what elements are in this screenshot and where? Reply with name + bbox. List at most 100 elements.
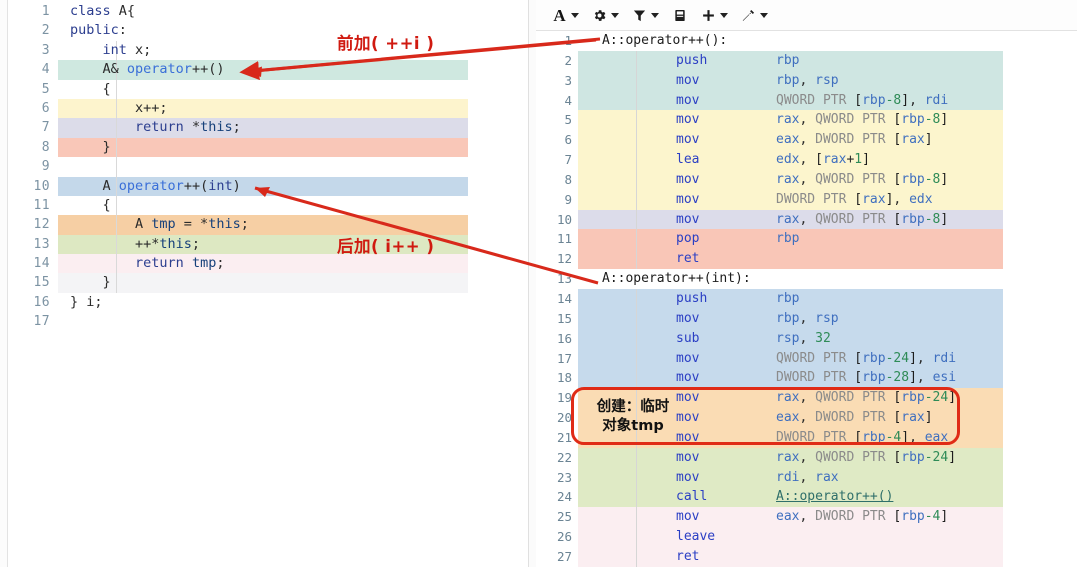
asm-indent-guide [636, 408, 637, 428]
source-line[interactable]: 1 class A{ [8, 2, 526, 21]
filter-button[interactable] [625, 3, 665, 27]
asm-operands[interactable]: A::operator++() [776, 487, 893, 507]
source-code-editor[interactable]: 1 class A{2 public: 3 int x; 4 A& operator++… [0, 0, 528, 567]
asm-mnemonic: push [676, 290, 708, 306]
source-line[interactable]: 12 A tmp = *this; [8, 215, 526, 235]
assembly-line[interactable]: 12 ret [536, 249, 1077, 270]
source-line[interactable]: 3 int x; [8, 40, 526, 61]
asm-indent-guide [636, 308, 637, 329]
splitter-grip-icon[interactable] [532, 264, 534, 266]
assembly-line[interactable]: 16 sub rsp, 32 [536, 328, 1077, 349]
source-line-text: return *this; [135, 119, 241, 136]
assembly-line[interactable]: 4 mov QWORD PTR [rbp-8], rdi [536, 90, 1077, 111]
assembly-line[interactable]: 21 mov DWORD PTR [rbp-4], eax [536, 427, 1077, 448]
source-line[interactable]: 13 ++*this; [8, 234, 526, 255]
indent-guide [116, 273, 117, 293]
source-line[interactable]: 14 return tmp; [8, 254, 526, 274]
assembly-line[interactable]: 23 mov rdi, rax [536, 467, 1077, 488]
asm-operands: rax, QWORD PTR [rbp-8] [776, 211, 949, 227]
source-line-number: 5 [41, 81, 50, 97]
chevron-down-icon[interactable] [571, 12, 579, 18]
assembly-line-number: 5 [564, 112, 572, 128]
assembly-output-pane[interactable]: A 1 A::operator++(): 2 push rbp 3 mov rbp, rsp 4… [536, 0, 1077, 567]
layout-button[interactable] [665, 3, 694, 27]
assembly-line[interactable]: 17 mov QWORD PTR [rbp-24], rdi [536, 348, 1077, 369]
asm-function-label: A::operator++(): [602, 33, 728, 48]
source-line[interactable]: 4 A& operator++() [8, 60, 526, 80]
assembly-line-number: 23 [556, 469, 572, 485]
assembly-line[interactable]: 5 mov rax, QWORD PTR [rbp-8] [536, 110, 1077, 131]
assembly-line[interactable]: 26 leave [536, 527, 1077, 547]
chevron-down-icon[interactable] [611, 12, 619, 18]
asm-mnemonic: mov [676, 92, 700, 108]
source-line[interactable]: 5 { [8, 79, 526, 99]
tools-button[interactable] [734, 3, 774, 27]
assembly-line[interactable]: 7 lea edx, [rax+1] [536, 150, 1077, 170]
assembly-line[interactable]: 11 pop rbp [536, 229, 1077, 250]
source-line[interactable]: 15 } [8, 273, 526, 293]
assembly-line[interactable]: 3 mov rbp, rsp [536, 70, 1077, 91]
source-line-number: 10 [33, 178, 50, 194]
assembly-line[interactable]: 14 push rbp [536, 288, 1077, 309]
assembly-line[interactable]: 20 mov eax, DWORD PTR [rax] [536, 408, 1077, 428]
source-line-number: 11 [33, 197, 50, 213]
assembly-line[interactable]: 1 A::operator++(): [536, 31, 1077, 51]
source-line[interactable]: 6 x++; [8, 98, 526, 119]
assembly-line[interactable]: 2 push rbp [536, 50, 1077, 71]
source-line[interactable]: 2 public: [8, 21, 526, 40]
assembly-line[interactable]: 27 ret [536, 546, 1077, 567]
assembly-line-number: 19 [556, 390, 572, 406]
asm-function-label: A::operator++(int): [602, 271, 751, 287]
assembly-line[interactable]: 22 mov rax, QWORD PTR [rbp-24] [536, 447, 1077, 468]
assembly-line-number: 24 [556, 489, 572, 505]
assembly-line[interactable]: 18 mov DWORD PTR [rbp-28], esi [536, 368, 1077, 389]
source-line[interactable]: 17 [8, 312, 526, 331]
asm-operands: rbp, rsp [776, 72, 839, 88]
assembly-line[interactable]: 19 mov rax, QWORD PTR [rbp-24] [536, 388, 1077, 409]
assembly-line-number: 22 [556, 449, 572, 465]
assembly-line[interactable]: 13 A::operator++(int): [536, 269, 1077, 289]
asm-indent-guide [636, 209, 637, 230]
assembly-line-number: 20 [556, 410, 572, 426]
assembly-line[interactable]: 25 mov eax, DWORD PTR [rbp-4] [536, 507, 1077, 528]
source-line[interactable]: 11 { [8, 195, 526, 216]
asm-mnemonic: ret [676, 548, 700, 564]
assembly-line-number: 2 [564, 52, 572, 68]
assembly-line[interactable]: 15 mov rbp, rsp [536, 308, 1077, 329]
asm-indent-guide [636, 50, 637, 71]
source-line[interactable]: 8 } [8, 137, 526, 158]
asm-indent-guide [636, 368, 637, 389]
add-button[interactable] [694, 3, 734, 27]
assembly-line-number: 26 [556, 529, 572, 545]
source-line[interactable]: 16} i; [8, 293, 526, 312]
assembly-line[interactable]: 8 mov rax, QWORD PTR [rbp-8] [536, 169, 1077, 190]
chevron-down-icon[interactable] [760, 12, 768, 18]
asm-mnemonic: mov [676, 211, 700, 227]
source-line[interactable]: 9 [8, 157, 526, 177]
font-button[interactable]: A [545, 3, 585, 27]
assembly-line[interactable]: 10 mov rax, QWORD PTR [rbp-8] [536, 209, 1077, 230]
assembly-line-number: 16 [556, 330, 572, 346]
asm-indent-guide [636, 70, 637, 91]
asm-indent-guide [636, 388, 637, 409]
assembly-line-number: 21 [556, 429, 572, 445]
source-line[interactable]: 7 return *this; [8, 118, 526, 138]
assembly-line[interactable]: 6 mov eax, DWORD PTR [rax] [536, 130, 1077, 151]
asm-mnemonic: mov [676, 509, 700, 525]
source-line-number: 3 [41, 42, 50, 58]
asm-mnemonic: lea [676, 152, 700, 168]
asm-indent-guide [636, 249, 637, 270]
assembly-line[interactable]: 24 call A::operator++() [536, 487, 1077, 508]
assembly-line-number: 27 [556, 548, 572, 564]
asm-operands: rdi, rax [776, 469, 839, 485]
asm-mnemonic: mov [676, 112, 700, 128]
source-line-number: 16 [33, 294, 50, 310]
assembly-line[interactable]: 9 mov DWORD PTR [rax], edx [536, 189, 1077, 210]
chevron-down-icon[interactable] [720, 12, 728, 18]
asm-indent-guide [636, 130, 637, 151]
chevron-down-icon[interactable] [651, 12, 659, 18]
asm-indent-guide [636, 169, 637, 190]
settings-button[interactable] [585, 3, 625, 27]
source-line[interactable]: 10 A operator++(int) [8, 176, 526, 196]
source-line-text: ++*this; [70, 235, 201, 252]
